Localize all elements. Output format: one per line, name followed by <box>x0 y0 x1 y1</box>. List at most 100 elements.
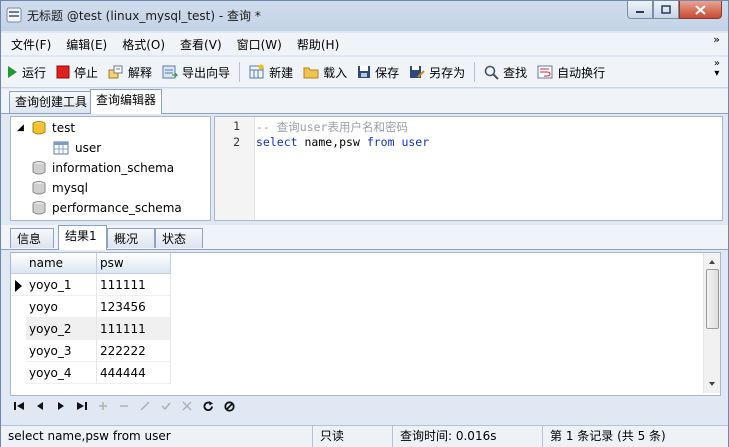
cancel-icon <box>178 397 196 415</box>
column-header-name[interactable]: name <box>26 253 97 274</box>
new-query-icon <box>249 64 264 79</box>
grid-corner <box>11 253 26 274</box>
menu-window[interactable]: 窗口(W) <box>227 36 287 53</box>
explain-icon <box>108 65 123 79</box>
sql-editor[interactable]: 1 2 -- 查询user表用户名和密码 select name,psw fro… <box>214 116 723 221</box>
menu-bar: 文件(F) 编辑(E) 格式(O) 查看(V) 窗口(W) 帮助(H) » <box>1 33 728 55</box>
sql-keyword-from: from <box>366 135 395 149</box>
editor-tab-strip: 查询创建工具 查询编辑器 <box>1 89 728 114</box>
cell-name[interactable]: yoyo_3 <box>26 340 97 362</box>
tree-label: information_schema <box>52 161 175 175</box>
tree-item-performance-schema[interactable]: performance_schema <box>31 199 182 217</box>
tab-status[interactable]: 状态 <box>155 228 203 248</box>
search-icon <box>484 65 499 80</box>
menu-format[interactable]: 格式(O) <box>112 36 170 53</box>
edit-record-icon <box>136 397 154 415</box>
database-open-icon <box>32 121 46 135</box>
tab-result1[interactable]: 结果1 <box>58 225 107 250</box>
status-readonly: 只读 <box>313 426 393 447</box>
tree-item-test[interactable]: ◢ test <box>17 119 75 137</box>
explain-button[interactable]: 解释 <box>103 60 157 84</box>
load-button[interactable]: 载入 <box>298 60 352 84</box>
tab-overview[interactable]: 概况 <box>107 228 155 248</box>
sql-table-name: user <box>401 135 430 149</box>
table-icon <box>53 141 69 155</box>
first-record-icon[interactable] <box>10 397 28 415</box>
tree-item-user[interactable]: user <box>53 139 101 157</box>
status-query-time: 查询时间: 0.016s <box>393 426 543 447</box>
tree-item-mysql[interactable]: mysql <box>31 179 88 197</box>
cell-name[interactable]: yoyo_4 <box>26 362 97 384</box>
cell-name[interactable]: yoyo_1 <box>26 274 97 296</box>
new-button[interactable]: 新建 <box>244 60 298 84</box>
line-number: 1 <box>233 119 240 133</box>
tree-label: test <box>52 121 76 135</box>
maximize-icon <box>661 5 671 14</box>
menu-edit[interactable]: 编辑(E) <box>56 36 112 53</box>
save-as-label: 另存为 <box>429 65 466 80</box>
result-grid: name psw yoyo_1 111111 yoyo 123456 yoyo_… <box>10 252 721 396</box>
vertical-scrollbar[interactable] <box>703 253 720 393</box>
apply-icon <box>157 397 175 415</box>
tree-label: user <box>75 141 102 155</box>
last-record-icon[interactable] <box>73 397 91 415</box>
cell-psw[interactable]: 444444 <box>97 362 171 384</box>
explain-label: 解释 <box>128 65 153 80</box>
toolbar-overflow-icon[interactable]: » ▾ <box>714 59 720 79</box>
prev-record-icon[interactable] <box>31 397 49 415</box>
next-record-icon[interactable] <box>52 397 70 415</box>
load-label: 载入 <box>323 65 348 80</box>
cell-name[interactable]: yoyo_2 <box>26 318 97 340</box>
cell-psw[interactable]: 111111 <box>97 318 171 340</box>
tab-info[interactable]: 信息 <box>10 228 54 248</box>
scroll-up-arrow-icon[interactable] <box>704 255 720 269</box>
cell-name[interactable]: yoyo <box>26 296 97 318</box>
minimize-button[interactable] <box>627 1 653 19</box>
find-label: 查找 <box>503 65 528 80</box>
column-header-psw[interactable]: psw <box>97 253 171 274</box>
status-bar: select name,psw from user 只读 查询时间: 0.016… <box>1 425 728 447</box>
word-wrap-icon <box>537 65 553 79</box>
save-label: 保存 <box>375 65 400 80</box>
tab-query-builder[interactable]: 查询创建工具 <box>9 91 94 113</box>
run-label: 运行 <box>22 65 47 80</box>
menu-help[interactable]: 帮助(H) <box>287 36 344 53</box>
cell-psw[interactable]: 111111 <box>97 274 171 296</box>
sql-comment-line: -- 查询user表用户名和密码 <box>256 120 408 134</box>
line-number-gutter: 1 2 <box>215 117 255 220</box>
stop-query-icon[interactable] <box>220 397 238 415</box>
new-label: 新建 <box>269 65 294 80</box>
menu-overflow-chevron-icon[interactable]: » <box>713 33 720 46</box>
folder-icon <box>303 67 319 79</box>
stop-icon <box>56 65 70 79</box>
tree-label: mysql <box>52 181 88 195</box>
save-as-icon <box>410 66 425 78</box>
menu-file[interactable]: 文件(F) <box>1 36 56 53</box>
close-button[interactable] <box>679 1 722 19</box>
word-wrap-button[interactable]: 自动换行 <box>532 60 610 84</box>
tab-query-editor[interactable]: 查询编辑器 <box>90 89 163 114</box>
menu-view[interactable]: 查看(V) <box>170 36 227 53</box>
title-bar: 无标题 @test (linux_mysql_test) - 查询 * <box>1 1 728 29</box>
cell-psw[interactable]: 222222 <box>97 340 171 362</box>
stop-label: 停止 <box>74 65 99 80</box>
refresh-icon[interactable] <box>199 397 217 415</box>
delete-record-icon <box>115 397 133 415</box>
find-button[interactable]: 查找 <box>479 60 532 84</box>
save-disk-icon <box>358 66 371 78</box>
cell-psw[interactable]: 123456 <box>97 296 171 318</box>
maximize-button[interactable] <box>653 1 679 19</box>
run-button[interactable]: 运行 <box>1 60 51 84</box>
status-record-count: 第 1 条记录 (共 5 条) <box>550 429 666 443</box>
scroll-down-arrow-icon[interactable] <box>704 377 720 391</box>
stop-button[interactable]: 停止 <box>51 60 103 84</box>
result-tab-strip: 信息 结果1 概况 状态 <box>1 225 728 250</box>
expand-arrow-icon[interactable]: ◢ <box>17 123 31 133</box>
save-as-button[interactable]: 另存为 <box>404 60 470 84</box>
sql-statement-line: select name,psw from user <box>256 135 429 149</box>
save-button[interactable]: 保存 <box>352 60 404 84</box>
export-wizard-button[interactable]: 导出向导 <box>157 60 235 84</box>
tree-item-information-schema[interactable]: information_schema <box>31 159 174 177</box>
toolbar-separator <box>239 62 241 82</box>
scroll-thumb[interactable] <box>706 269 719 329</box>
